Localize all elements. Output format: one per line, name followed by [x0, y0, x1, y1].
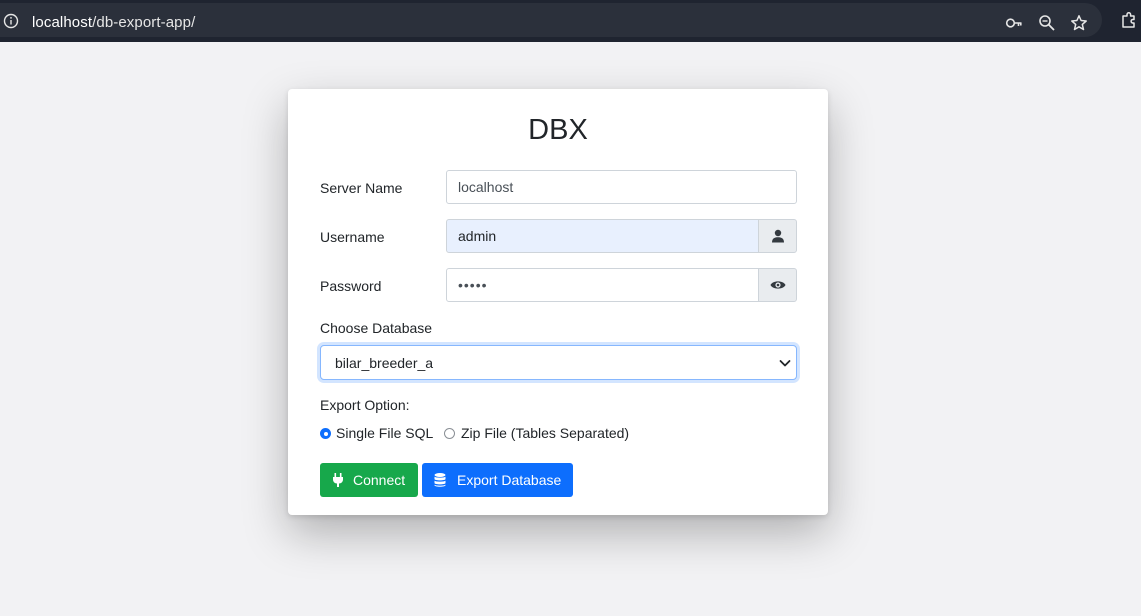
connect-button[interactable]: Connect	[320, 463, 418, 497]
connect-button-label: Connect	[353, 472, 406, 488]
server-name-label: Server Name	[320, 180, 403, 196]
eye-icon	[770, 281, 785, 289]
server-name-input[interactable]	[446, 170, 797, 204]
username-addon	[758, 219, 797, 253]
extensions-icon[interactable]	[1120, 11, 1138, 29]
radio-zip-file-button[interactable]	[444, 428, 455, 439]
url-text[interactable]: localhost/db-export-app/	[32, 14, 195, 31]
database-select[interactable]: bilar_breeder_a	[320, 345, 797, 380]
export-database-button[interactable]: Export Database	[422, 463, 573, 497]
page-title: DBX	[528, 114, 588, 146]
browser-toolbar: localhost/db-export-app/	[0, 0, 1141, 42]
star-icon[interactable]	[1070, 14, 1088, 32]
radio-zip-file-label: Zip File (Tables Separated)	[461, 425, 630, 441]
db-export-card: DBX Server Name Username Password Choose…	[288, 89, 828, 515]
info-icon[interactable]	[3, 13, 19, 29]
chevron-down-icon	[779, 360, 791, 367]
export-database-button-label: Export Database	[457, 472, 562, 488]
radio-single-file-button[interactable]	[320, 428, 331, 439]
zoom-icon[interactable]	[1038, 14, 1056, 32]
database-icon	[434, 473, 446, 487]
choose-database-label: Choose Database	[320, 320, 433, 336]
address-bar[interactable]: localhost/db-export-app/	[0, 3, 1102, 37]
database-select-value: bilar_breeder_a	[335, 355, 434, 371]
username-input[interactable]	[446, 219, 759, 253]
url-host: localhost	[32, 14, 93, 31]
export-option-label: Export Option:	[320, 397, 410, 413]
plug-icon	[333, 473, 343, 487]
password-input[interactable]	[446, 268, 759, 302]
password-label: Password	[320, 278, 382, 294]
username-label: Username	[320, 229, 385, 245]
toggle-password-button[interactable]	[758, 268, 797, 302]
key-icon[interactable]	[1005, 14, 1023, 32]
url-path: /db-export-app/	[92, 14, 196, 31]
radio-single-file-label: Single File SQL	[336, 425, 434, 441]
user-icon	[771, 229, 784, 243]
